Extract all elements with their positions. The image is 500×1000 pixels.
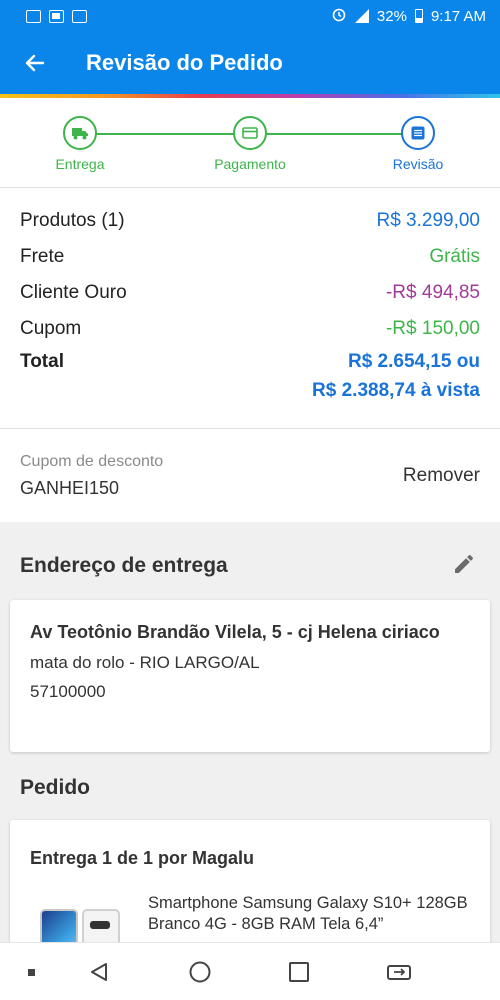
remove-coupon-button[interactable]: Remover	[403, 465, 480, 487]
edit-address-button[interactable]	[452, 552, 478, 578]
address-card: Av Teotônio Brandão Vilela, 5 - cj Helen…	[10, 600, 490, 752]
signal-icon	[354, 9, 369, 23]
battery-percent: 32%	[376, 7, 407, 25]
dot-icon	[27, 968, 35, 976]
step-entrega[interactable]: Entrega	[25, 116, 135, 172]
summary-row-products: Produtos (1) R$ 3.299,00	[20, 210, 480, 246]
step-circle	[401, 116, 435, 150]
step-pagamento[interactable]: Pagamento	[195, 116, 305, 172]
order-section-title: Pedido	[20, 776, 91, 799]
summary-row-total: Total R$ 2.654,15 ou R$ 2.388,74 à vista	[20, 347, 480, 405]
status-system: 32% 9:17 AM	[331, 6, 486, 26]
step-revisao[interactable]: Revisão	[363, 116, 473, 172]
list-icon	[411, 126, 425, 140]
truck-icon	[72, 128, 88, 140]
clock: 9:17 AM	[430, 7, 486, 25]
total-label: Total	[20, 351, 64, 372]
step-circle	[233, 116, 267, 150]
nav-dot-button[interactable]	[16, 957, 46, 987]
summary-label: Produtos (1)	[20, 210, 125, 231]
total-cash-value: R$ 2.388,74 à vista	[312, 380, 480, 401]
credit-card-icon	[242, 127, 258, 139]
notification-icon	[26, 9, 41, 23]
summary-label: Frete	[20, 246, 65, 267]
square-recents-icon	[289, 962, 309, 982]
triangle-back-icon	[91, 963, 107, 981]
summary-row-shipping: Frete Grátis	[20, 246, 480, 282]
address-street: Av Teotônio Brandão Vilela, 5 - cj Helen…	[30, 622, 440, 642]
arrow-left-icon	[25, 54, 45, 72]
summary-label: Cliente Ouro	[20, 282, 127, 303]
summary-value: -R$ 494,85	[385, 282, 480, 303]
system-nav-bar	[0, 942, 500, 1000]
nav-back-button[interactable]	[84, 957, 114, 987]
nav-home-button[interactable]	[185, 957, 215, 987]
nav-switch-app-button[interactable]	[384, 957, 414, 987]
page-title: Revisão do Pedido	[86, 50, 283, 75]
switch-app-icon	[387, 965, 411, 980]
total-values: R$ 2.654,15 ou R$ 2.388,74 à vista	[312, 347, 480, 405]
summary-value: Grátis	[429, 246, 480, 267]
checkout-stepper: Entrega Pagamento Revisão	[0, 98, 500, 188]
image-icon	[72, 9, 87, 23]
message-icon	[49, 9, 64, 23]
coupon-section: Cupom de desconto GANHEI150 Remover	[0, 428, 500, 522]
status-bar: 32% 9:17 AM	[0, 0, 500, 32]
order-card: Entrega 1 de 1 por Magalu Smartphone Sam…	[10, 820, 490, 950]
address-zip: 57100000	[30, 682, 106, 701]
back-button[interactable]	[0, 32, 70, 94]
summary-row-gold-client: Cliente Ouro -R$ 494,85	[20, 282, 480, 318]
app-bar: Revisão do Pedido	[0, 32, 500, 94]
delivery-title: Entrega 1 de 1 por Magalu	[30, 848, 255, 868]
status-notifications	[26, 9, 87, 23]
nav-recents-button[interactable]	[284, 957, 314, 987]
order-summary: Produtos (1) R$ 3.299,00 Frete Grátis Cl…	[0, 188, 500, 428]
alarm-icon	[331, 6, 347, 26]
battery-icon	[414, 9, 423, 23]
pencil-icon	[455, 554, 474, 573]
details-area: Endereço de entrega Av Teotônio Brandão …	[0, 522, 500, 950]
total-value: R$ 2.654,15 ou	[347, 351, 480, 372]
address-section-title: Endereço de entrega	[20, 554, 228, 577]
home-circle-icon	[189, 961, 211, 983]
summary-value: R$ 3.299,00	[376, 210, 480, 231]
step-label: Pagamento	[214, 156, 286, 172]
address-district: mata do rolo - RIO LARGO/AL	[30, 653, 260, 672]
step-label: Entrega	[55, 156, 105, 172]
step-label: Revisão	[392, 156, 444, 172]
step-circle	[63, 116, 97, 150]
